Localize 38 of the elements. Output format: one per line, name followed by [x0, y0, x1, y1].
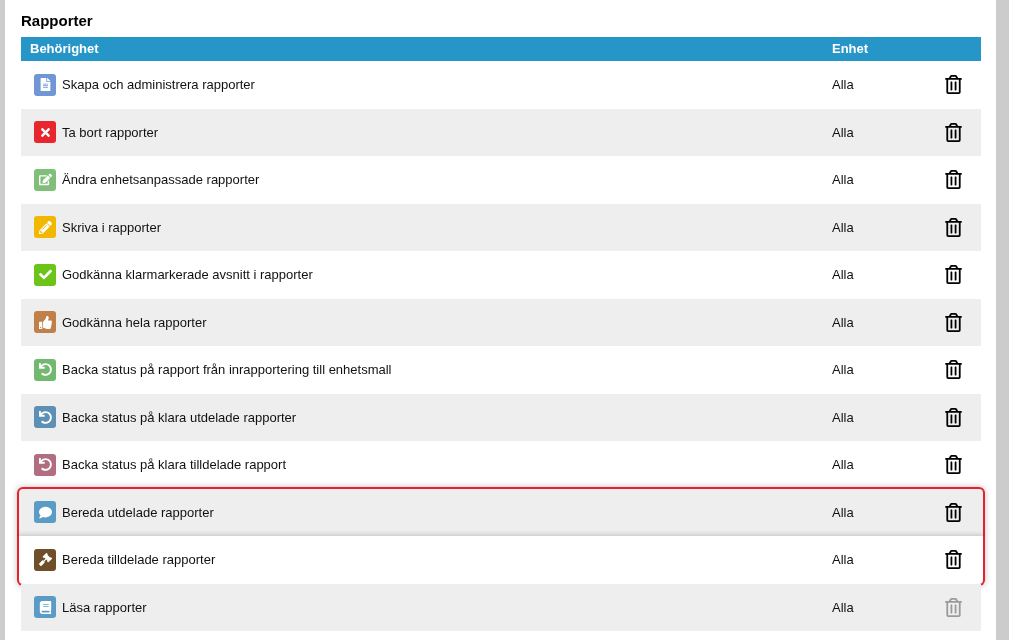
delete-icon[interactable]: [944, 216, 963, 238]
unit-text: Alla: [832, 76, 855, 94]
unit-text: Alla: [832, 171, 855, 189]
unit-text: Alla: [832, 123, 855, 142]
section-title: Rapporter: [21, 11, 94, 31]
unit-text: Alla: [832, 598, 855, 617]
delete-icon[interactable]: [944, 549, 963, 571]
column-header: Enhet: [832, 40, 869, 59]
permission-label: Backa status på klara tilldelade rapport: [62, 456, 286, 474]
permission-label: Backa status på klara utdelade rapporter: [62, 408, 297, 427]
permission-label: Skapa och administrera rapporter: [62, 76, 255, 94]
permission-label: Bereda tilldelade rapporter: [62, 551, 216, 569]
delete-icon[interactable]: [944, 311, 963, 333]
permission-label: Skriva i rapporter: [62, 218, 161, 237]
unit-text: Alla: [832, 456, 855, 474]
unit-text: Alla: [832, 313, 855, 332]
unit-text: Alla: [832, 218, 855, 237]
permission-label: Läsa rapporter: [62, 598, 147, 617]
delete-icon[interactable]: [944, 74, 963, 96]
unit-text: Alla: [832, 503, 855, 522]
unit-text: Alla: [832, 551, 855, 569]
delete-icon[interactable]: [944, 264, 963, 286]
permission-label: Ändra enhetsanpassade rapporter: [62, 171, 260, 189]
delete-icon[interactable]: [944, 454, 963, 476]
permission-label: Bereda utdelade rapporter: [62, 503, 214, 522]
delete-icon[interactable]: [944, 406, 963, 428]
permission-label: Godkänna hela rapporter: [62, 313, 207, 332]
delete-icon[interactable]: [944, 169, 963, 191]
delete-icon[interactable]: [944, 121, 963, 143]
delete-icon[interactable]: [944, 359, 963, 381]
permission-label: Ta bort rapporter: [62, 123, 159, 142]
delete-icon[interactable]: [944, 501, 963, 523]
permission-label: Backa status på rapport från inrapportering till enhetsmall: [62, 361, 392, 379]
column-header: Behörighet: [29, 40, 100, 59]
permission-label: Godkänna klarmarkerade avsnitt i rapporter: [62, 266, 313, 284]
unit-text: Alla: [832, 266, 855, 284]
unit-text: Alla: [832, 408, 855, 427]
unit-text: Alla: [832, 361, 855, 379]
